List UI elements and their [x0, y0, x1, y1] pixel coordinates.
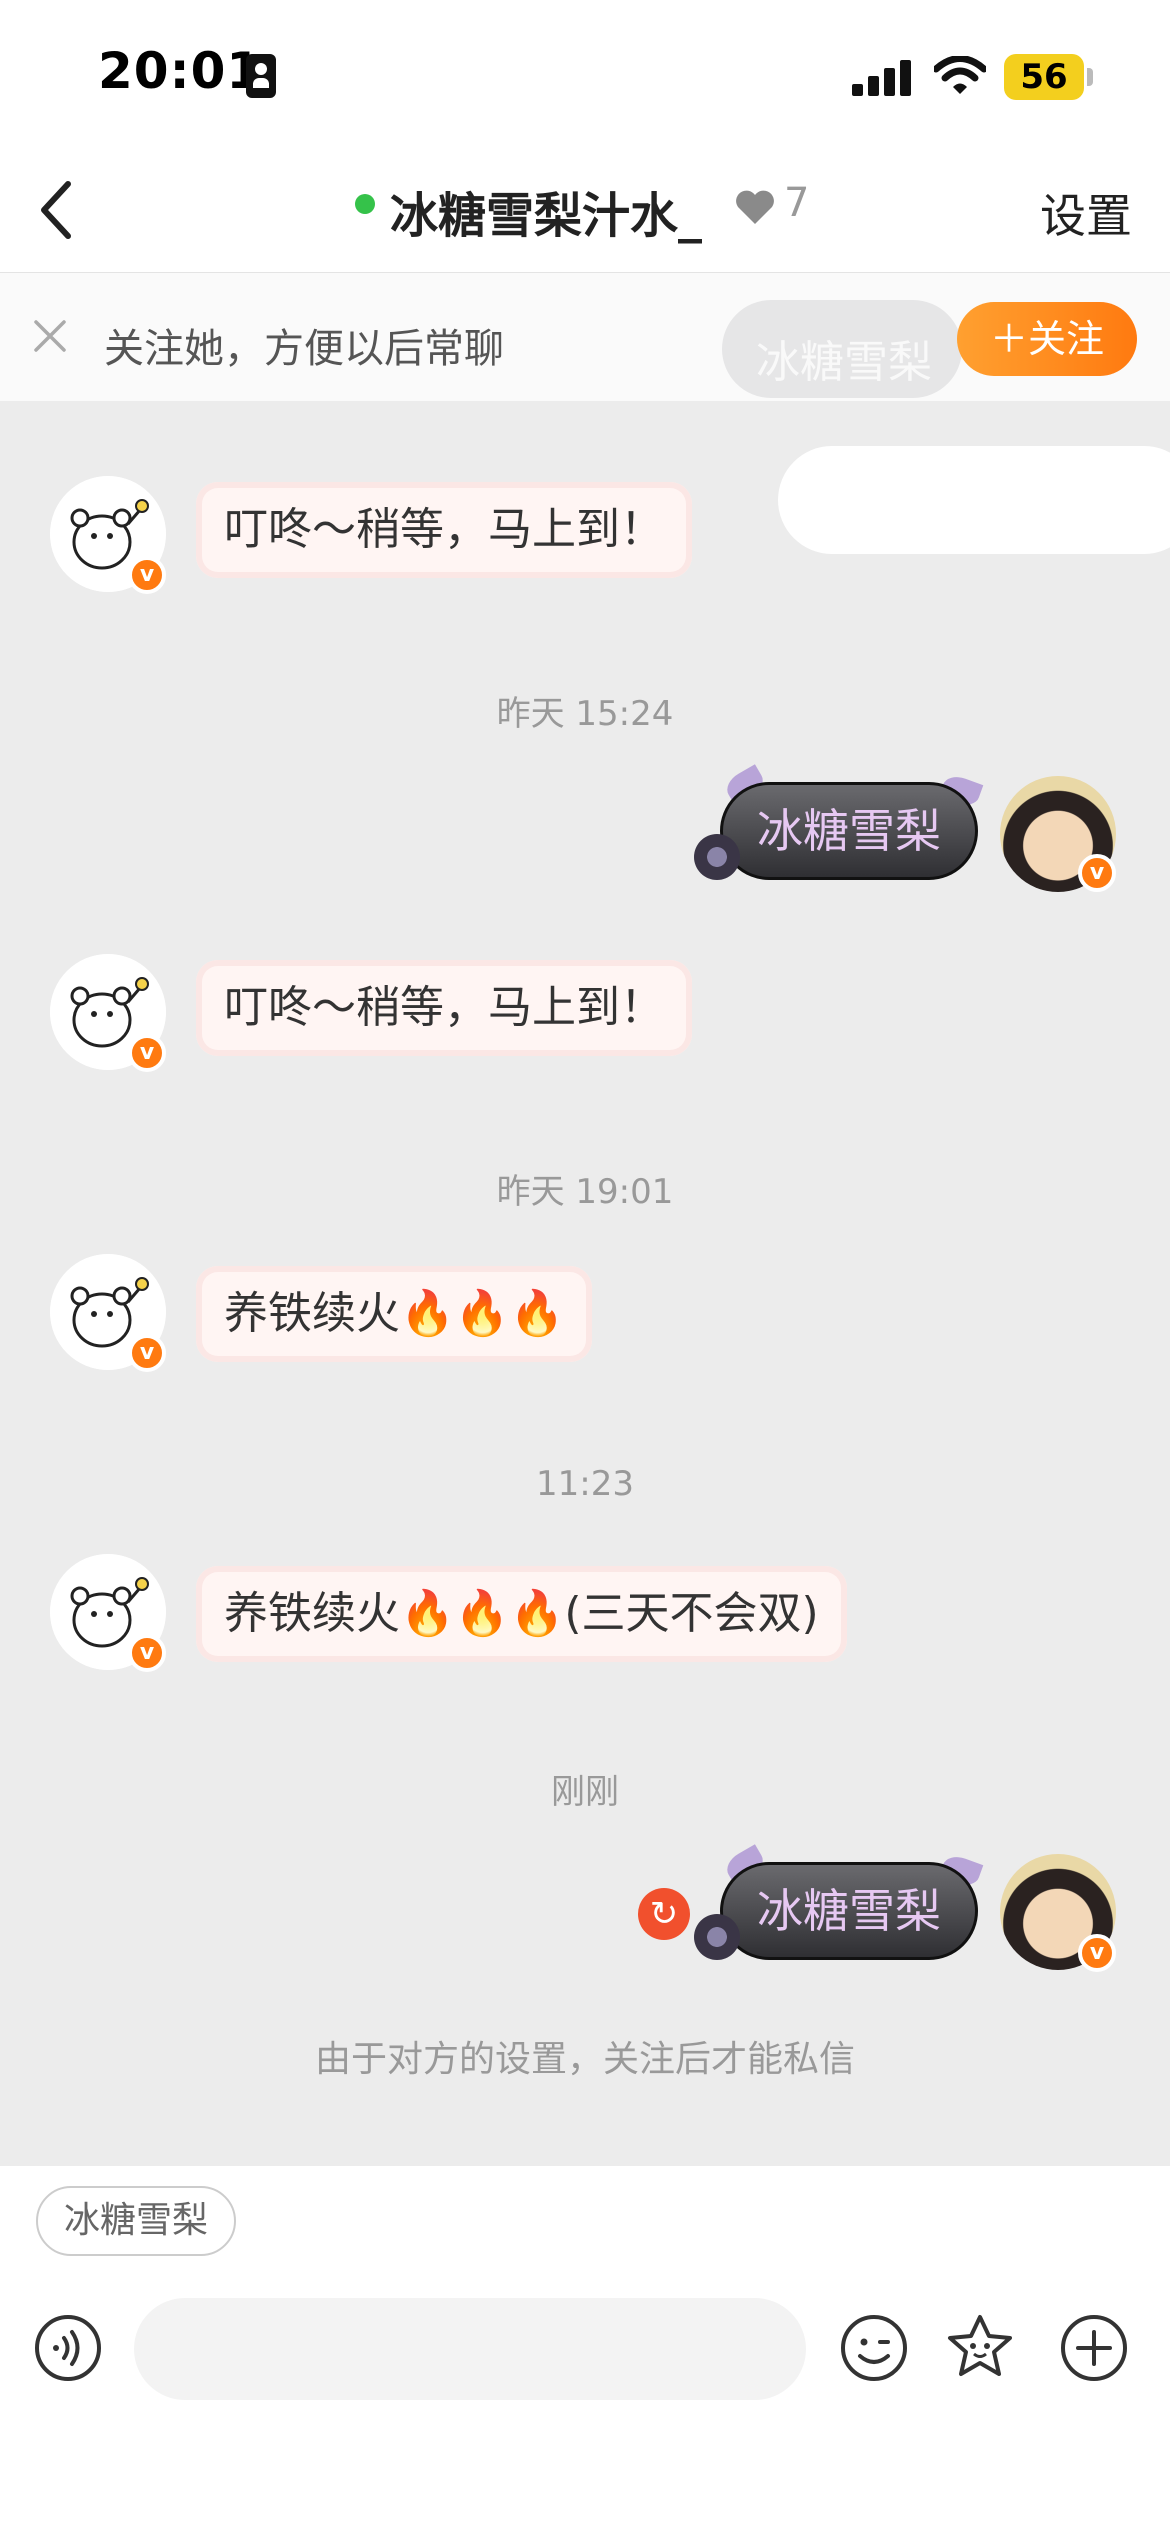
verified-badge-icon: v: [128, 1334, 166, 1372]
voice-icon[interactable]: [34, 2314, 102, 2382]
rose-sticker: [694, 834, 740, 880]
verified-badge-icon: v: [128, 1034, 166, 1072]
message-input[interactable]: [134, 2298, 806, 2400]
follow-button[interactable]: ＋关注: [957, 302, 1137, 376]
emoji-icon[interactable]: [840, 2314, 908, 2382]
message-bubble[interactable]: 养铁续火🔥🔥🔥: [196, 1266, 593, 1362]
message-timestamp: 11:23: [536, 1464, 634, 1504]
sticker-star-icon[interactable]: [946, 2312, 1014, 2380]
message-timestamp: 刚刚: [551, 1772, 619, 1812]
verified-badge-icon: v: [1078, 1934, 1116, 1972]
verified-badge-icon: v: [1078, 854, 1116, 892]
gray-heart-icon: [736, 190, 774, 224]
message-timestamp: 昨天 15:24: [496, 694, 674, 734]
chat-title[interactable]: 冰糖雪梨汁水_: [390, 176, 702, 246]
cellular-signal-icon: [852, 60, 912, 96]
wifi-icon: [934, 56, 986, 94]
close-icon[interactable]: [30, 316, 70, 356]
follow-hint-text: 关注她，方便以后常聊: [104, 326, 504, 372]
back-chevron-icon[interactable]: [28, 170, 88, 250]
message-bubble[interactable]: 叮咚～稍等，马上到！: [196, 482, 692, 578]
ghost-bubble-text: 冰糖雪梨: [756, 337, 932, 388]
plus-icon[interactable]: [1060, 2314, 1128, 2382]
intimacy-count: 7: [784, 180, 810, 226]
message-bubble-self[interactable]: 冰糖雪梨: [720, 1862, 978, 1960]
resend-icon[interactable]: ↻: [638, 1888, 690, 1940]
message-bubble[interactable]: 养铁续火🔥🔥🔥(三天不会双): [196, 1566, 847, 1662]
blurred-message-pill: [778, 446, 1170, 554]
sim-card-icon: [246, 54, 276, 98]
battery-indicator: 56: [1004, 54, 1084, 100]
settings-button[interactable]: 设置: [1040, 180, 1132, 246]
battery-tip: [1087, 68, 1093, 86]
verified-badge-icon: v: [128, 556, 166, 594]
verified-badge-icon: v: [128, 1634, 166, 1672]
message-bubble-self[interactable]: 冰糖雪梨: [720, 782, 978, 880]
system-notice: 由于对方的设置，关注后才能私信: [314, 2039, 855, 2080]
status-time: 20:01: [98, 42, 263, 100]
quick-reply-chip[interactable]: 冰糖雪梨: [36, 2186, 236, 2256]
message-bubble[interactable]: 叮咚～稍等，马上到！: [196, 960, 692, 1056]
message-timestamp: 昨天 19:01: [496, 1172, 674, 1212]
online-status-dot: [355, 194, 375, 214]
rose-sticker: [694, 1914, 740, 1960]
